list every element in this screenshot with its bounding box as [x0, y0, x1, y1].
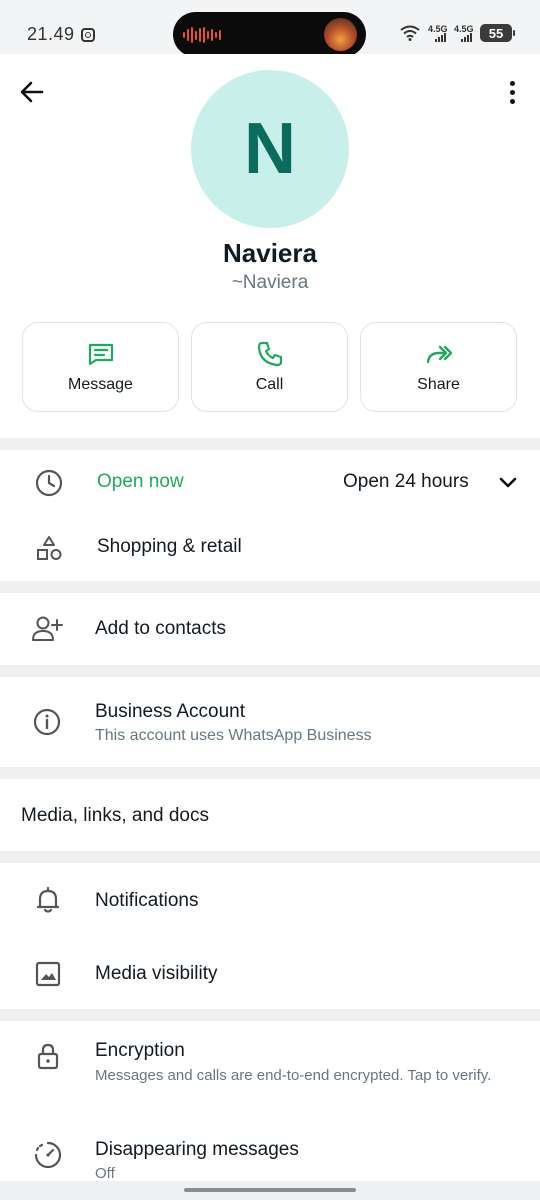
encryption-title: Encryption	[95, 1040, 185, 1061]
media-visibility-row[interactable]: Media visibility	[0, 936, 540, 1009]
message-label: Message	[68, 376, 133, 393]
chevron-down-icon[interactable]	[496, 470, 520, 494]
action-buttons: Message Call Share	[22, 322, 519, 412]
business-account-row[interactable]: Business Account This account uses Whats…	[0, 677, 540, 767]
timer-icon	[34, 1141, 62, 1169]
contact-subname: ~Naviera	[231, 272, 309, 293]
info-icon	[33, 708, 61, 736]
business-account-title: Business Account	[95, 701, 245, 722]
lock-icon	[37, 1043, 59, 1070]
encryption-row[interactable]: Encryption Messages and calls are end-to…	[0, 1021, 540, 1115]
privacy-section: Encryption Messages and calls are end-to…	[0, 1021, 540, 1182]
notification-settings-section: Notifications Media visibility	[0, 863, 540, 1009]
media-links-docs-row[interactable]: Media, links, and docs	[0, 779, 540, 851]
disappearing-messages-row[interactable]: Disappearing messages Off	[0, 1115, 540, 1182]
disappearing-messages-value: Off	[95, 1165, 115, 1182]
avatar[interactable]: N	[191, 70, 349, 228]
more-options-icon[interactable]	[500, 76, 524, 108]
battery-icon: 55	[480, 24, 515, 42]
clock-icon	[35, 469, 63, 497]
call-button[interactable]: Call	[191, 322, 348, 412]
notifications-label: Notifications	[95, 890, 199, 911]
message-button[interactable]: Message	[22, 322, 179, 412]
contact-name: Naviera	[223, 238, 317, 268]
category-shapes-icon	[37, 536, 62, 560]
add-to-contacts-label: Add to contacts	[95, 618, 226, 639]
encryption-subtitle: Messages and calls are end-to-end encryp…	[95, 1067, 492, 1084]
share-icon	[426, 345, 452, 364]
profile-header: N Naviera ~Naviera Message Call Share	[0, 54, 540, 438]
category-label: Shopping & retail	[97, 536, 242, 557]
category-row: Shopping & retail	[0, 514, 540, 578]
media-links-docs-label: Media, links, and docs	[21, 805, 209, 826]
bell-icon	[36, 886, 60, 913]
disappearing-messages-title: Disappearing messages	[95, 1139, 299, 1160]
home-indicator[interactable]	[184, 1188, 356, 1192]
status-bar: 21.49 4.5G 4.5G 55	[0, 0, 540, 57]
signal-icon: 4.5G	[454, 24, 474, 42]
media-visibility-label: Media visibility	[95, 963, 218, 984]
open-status: Open now	[97, 471, 184, 492]
battery-level: 55	[488, 25, 504, 41]
back-arrow-icon[interactable]	[16, 76, 48, 108]
status-time: 21.49	[27, 24, 75, 44]
media-thumbnail	[324, 18, 357, 51]
image-icon	[35, 961, 61, 987]
share-label: Share	[417, 376, 460, 393]
signal-icon: 4.5G	[428, 24, 448, 42]
audio-wave-icon	[183, 27, 221, 43]
dynamic-island[interactable]	[173, 12, 366, 57]
add-to-contacts-row[interactable]: Add to contacts	[0, 593, 540, 665]
business-account-subtitle: This account uses WhatsApp Business	[95, 727, 372, 744]
notifications-row[interactable]: Notifications	[0, 863, 540, 936]
message-icon	[88, 343, 113, 366]
hours-row[interactable]: Open now Open 24 hours	[0, 450, 540, 514]
wifi-icon	[400, 25, 420, 41]
avatar-letter: N	[244, 109, 296, 189]
hours-schedule: Open 24 hours	[343, 471, 469, 492]
share-button[interactable]: Share	[360, 322, 517, 412]
business-hours-section: Open now Open 24 hours Shopping & retail	[0, 450, 540, 581]
instagram-icon	[81, 28, 95, 42]
call-label: Call	[255, 376, 284, 393]
phone-icon	[257, 341, 282, 367]
add-person-icon	[32, 616, 63, 641]
